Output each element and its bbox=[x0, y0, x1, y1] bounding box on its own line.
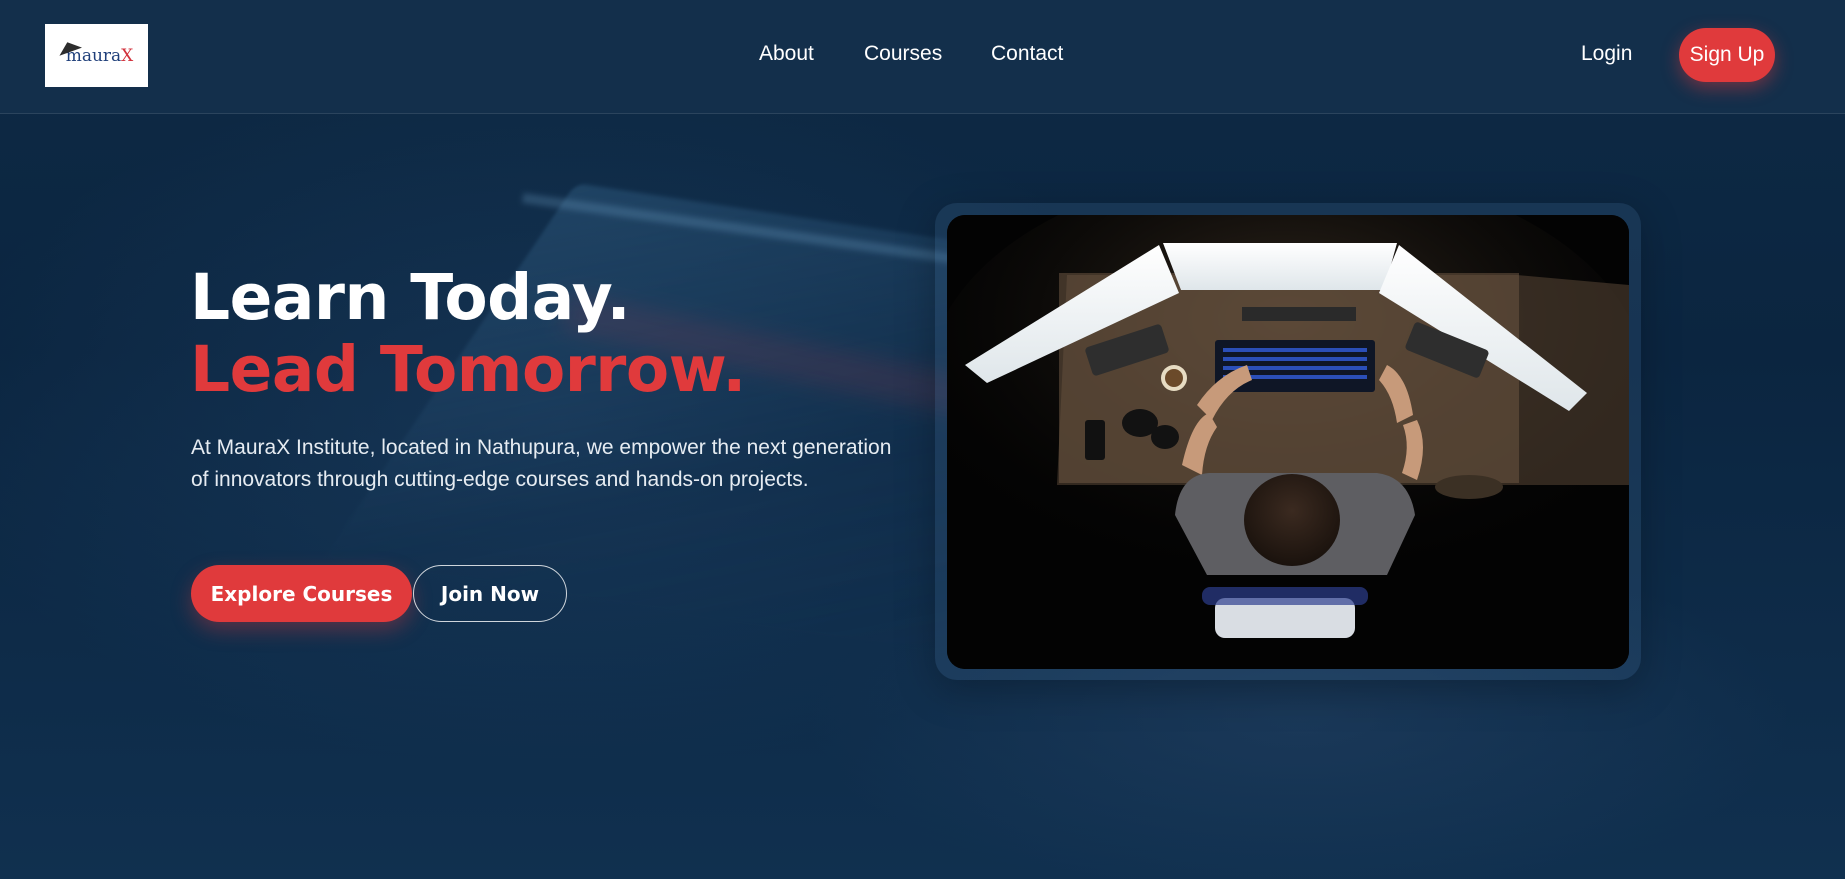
hero-title: Learn Today. Lead Tomorrow. bbox=[190, 262, 746, 406]
nav-link-courses[interactable]: Courses bbox=[864, 42, 942, 66]
nav-link-contact[interactable]: Contact bbox=[991, 42, 1063, 66]
site-header: mauraX About Courses Contact Login Sign … bbox=[0, 0, 1845, 114]
sign-up-button[interactable]: Sign Up bbox=[1679, 28, 1775, 82]
hero-image bbox=[947, 215, 1629, 669]
explore-courses-button[interactable]: Explore Courses bbox=[191, 565, 412, 622]
hero-title-line-2: Lead Tomorrow. bbox=[190, 333, 746, 406]
hero-description: At MauraX Institute, located in Nathupur… bbox=[191, 436, 892, 491]
main-nav: About Courses Contact bbox=[0, 42, 1845, 72]
join-now-button[interactable]: Join Now bbox=[413, 565, 567, 622]
login-link[interactable]: Login bbox=[1581, 42, 1632, 66]
hero-title-line-1: Learn Today. bbox=[190, 261, 631, 334]
nav-link-about[interactable]: About bbox=[759, 42, 814, 66]
